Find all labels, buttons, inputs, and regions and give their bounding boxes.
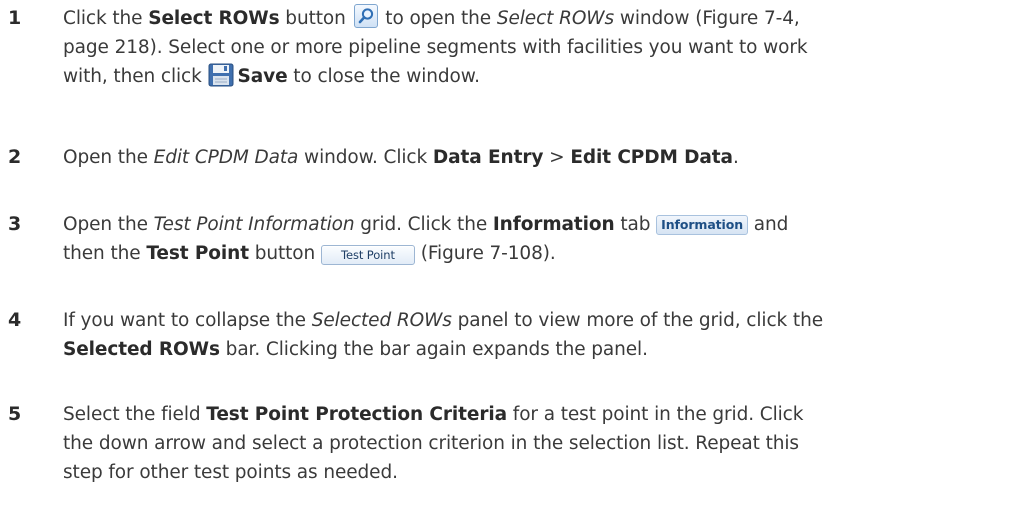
step-line: step for other test points as needed. — [63, 462, 398, 483]
bold-term: Data Entry — [432, 147, 544, 168]
step-line: the down arrow and select a protection c… — [63, 433, 799, 454]
text-run: then the — [63, 243, 147, 264]
italic-term: Test Point Information — [153, 214, 355, 235]
step-text: Select the field Test Point Protection C… — [63, 400, 1023, 487]
text-run: Click the — [63, 8, 149, 29]
text-run: panel to view more of the grid, click th… — [451, 310, 823, 331]
step-number: 3 — [8, 213, 22, 235]
text-run: to close the window. — [287, 66, 480, 87]
text-run: for a test point in the grid. Click — [507, 404, 804, 425]
bold-term: Test Point Protection Criteria — [206, 404, 508, 425]
step-line: Open the Edit CPDM Data window. Click Da… — [63, 143, 1023, 172]
step-text: Open the Edit CPDM Data window. Click Da… — [63, 143, 1023, 172]
step-line: with, then click Save to close the windo… — [63, 62, 1023, 91]
text-run: Open the — [63, 214, 154, 235]
step-line: If you want to collapse the Selected ROW… — [63, 306, 1023, 335]
magnifier-icon — [358, 8, 373, 24]
step-text: Click the Select ROWs button to open the… — [63, 4, 1023, 91]
bold-term: Select ROWs — [148, 8, 280, 29]
text-run: button — [279, 8, 352, 29]
italic-term: Selected ROWs — [311, 310, 452, 331]
floppy-disk-icon[interactable] — [208, 63, 234, 87]
information-tab[interactable]: Information — [656, 215, 749, 235]
bold-term: Test Point — [146, 243, 249, 264]
italic-term: Edit CPDM Data — [153, 147, 299, 168]
step-line: Selected ROWs bar. Clicking the bar agai… — [63, 335, 1023, 364]
text-run: If you want to collapse the — [63, 310, 312, 331]
step-line: page 218). Select one or more pipeline s… — [63, 37, 808, 58]
bold-term: Save — [237, 66, 288, 87]
text-run: bar. Clicking the bar again expands the … — [219, 339, 648, 360]
text-run: . — [732, 147, 739, 168]
step-text: If you want to collapse the Selected ROW… — [63, 306, 1023, 364]
text-run: to open the — [379, 8, 497, 29]
text-run: with, then click — [63, 66, 208, 87]
step-number: 2 — [8, 146, 22, 168]
bold-term: Selected ROWs — [63, 339, 220, 360]
step-number: 1 — [8, 7, 22, 29]
text-run: > — [543, 147, 571, 168]
text-run: grid. Click the — [354, 214, 493, 235]
italic-term: Select ROWs — [496, 8, 615, 29]
text-run: (Figure 7-108). — [414, 243, 556, 264]
step-line: then the Test Point button Test Point (F… — [63, 239, 1023, 268]
select-rows-button[interactable] — [353, 4, 378, 28]
text-run: tab — [614, 214, 657, 235]
text-run: and — [748, 214, 789, 235]
text-run: Select the field — [63, 404, 207, 425]
step-line: Click the Select ROWs button to open the… — [63, 4, 1023, 33]
step-line: Select the field Test Point Protection C… — [63, 400, 1023, 429]
step-text: Open the Test Point Information grid. Cl… — [63, 210, 1023, 268]
text-run: button — [248, 243, 321, 264]
bold-term: Information — [492, 214, 615, 235]
test-point-button[interactable]: Test Point — [320, 245, 415, 265]
step-line: Open the Test Point Information grid. Cl… — [63, 210, 1023, 239]
text-run: window. Click — [298, 147, 433, 168]
step-number: 4 — [8, 309, 22, 331]
text-run: Open the — [63, 147, 154, 168]
step-number: 5 — [8, 403, 22, 425]
text-run: window (Figure 7-4, — [614, 8, 800, 29]
bold-term: Edit CPDM Data — [570, 147, 733, 168]
